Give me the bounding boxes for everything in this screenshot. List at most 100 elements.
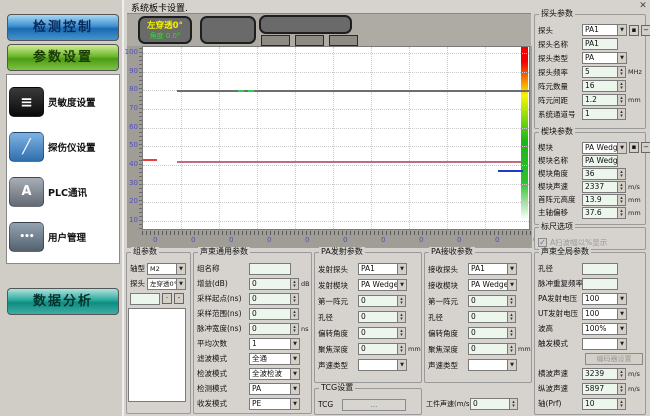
param-settings-button[interactable]: 参数设置 [7, 44, 119, 71]
field-value[interactable]: PE [250, 399, 290, 409]
field-value[interactable]: 全通 [250, 354, 290, 364]
field-control[interactable]: PA1 ▼ [358, 263, 407, 275]
add-wedge-button[interactable]: ▪ [629, 142, 639, 153]
spinner-buttons[interactable] [290, 324, 298, 334]
dropdown-arrow-icon[interactable]: ▼ [617, 339, 626, 349]
field-value[interactable]: 1 [583, 109, 617, 119]
field-control[interactable]: PA Wedge ▼ [358, 279, 407, 291]
spinner-buttons[interactable] [617, 399, 625, 409]
field-value[interactable]: 0 [250, 309, 290, 319]
wedge-select[interactable]: PA Wedge ▼ [582, 142, 627, 154]
field-control[interactable]: 全通 ▼ [249, 353, 300, 365]
field-value[interactable]: 3239 [583, 369, 617, 379]
field-control[interactable]: 0 ▼ [358, 327, 406, 339]
field-value[interactable]: 0 [250, 324, 290, 334]
field-control[interactable]: 1 ▼ [582, 108, 626, 120]
field-control[interactable]: PE ▼ [249, 398, 300, 410]
spinner-buttons[interactable] [617, 182, 625, 192]
field-control[interactable]: ▼ [358, 359, 407, 371]
field-control[interactable]: 0 ▼ [249, 308, 299, 320]
dropdown-arrow-icon[interactable]: ▼ [617, 294, 626, 304]
dropdown-arrow-icon[interactable]: ▼ [617, 25, 626, 35]
field-value[interactable]: PA1 [359, 264, 397, 274]
field-control[interactable]: 100 ▼ [582, 308, 627, 320]
field-control[interactable]: 100 ▼ [582, 293, 627, 305]
remove-wedge-button[interactable]: − [641, 142, 650, 153]
spinner-buttons[interactable] [290, 309, 298, 319]
axis-type-select[interactable]: M2 ▼ [147, 263, 186, 275]
field-value[interactable]: 100 [583, 294, 617, 304]
spinner-buttons[interactable] [397, 296, 405, 306]
field-value[interactable]: 1 [250, 339, 290, 349]
field-value[interactable]: 0 [469, 296, 507, 306]
field-value[interactable]: 100% [583, 324, 617, 334]
spinner-buttons[interactable] [617, 384, 625, 394]
close-icon[interactable]: ✕ [637, 0, 649, 12]
field-control[interactable]: 全波检波 ▼ [249, 368, 300, 380]
field-value[interactable]: 0 [359, 344, 397, 354]
toolbar-small-button[interactable] [261, 35, 290, 46]
dropdown-arrow-icon[interactable]: ▼ [617, 53, 626, 63]
spinner-buttons[interactable] [617, 109, 625, 119]
field-control[interactable]: 37.6 ▼ [582, 207, 626, 219]
field-control[interactable]: 16 ▼ [582, 80, 626, 92]
amplitude-percent-checkbox[interactable]: ✓ [538, 238, 547, 247]
toolbar-small-button[interactable] [295, 35, 324, 46]
probe-select[interactable]: PA1 ▼ [582, 24, 627, 36]
spinner-buttons[interactable] [509, 399, 517, 409]
field-control[interactable]: 0 ▼ [249, 323, 299, 335]
workpiece-velocity-field[interactable]: 0 [470, 398, 518, 410]
dropdown-arrow-icon[interactable]: ▼ [617, 143, 626, 153]
field-control[interactable]: PA ▼ [249, 383, 300, 395]
sidebar-item[interactable]: 探伤仪设置 [9, 124, 117, 169]
field-control[interactable]: PA ▼ [582, 52, 627, 64]
dropdown-arrow-icon[interactable]: ▼ [507, 264, 516, 274]
field-value[interactable]: PA1 [469, 264, 507, 274]
field-value[interactable]: 100 [583, 309, 617, 319]
field-value[interactable]: 10 [583, 399, 617, 409]
beam-mode-button[interactable]: 左穿透0° 角度 0.0° [138, 16, 192, 44]
field-value[interactable]: PA [250, 384, 290, 394]
field-control[interactable]: 0 ▼ [358, 343, 406, 355]
dropdown-arrow-icon[interactable]: ▼ [397, 280, 406, 290]
field-value[interactable]: 5897 [583, 384, 617, 394]
field-control[interactable]: 0 ▼ [249, 293, 299, 305]
group-listbox[interactable] [128, 308, 186, 402]
field-value[interactable]: PA Wedge [359, 280, 397, 290]
field-value[interactable]: 1.2 [583, 95, 617, 105]
field-value[interactable]: 0 [359, 296, 397, 306]
spinner-buttons[interactable] [507, 344, 515, 354]
field-control[interactable]: 1.2 ▼ [582, 94, 626, 106]
field-control[interactable]: PA1 ▼ [582, 38, 618, 50]
sidebar-item[interactable]: 灵敏度设置 [9, 79, 117, 124]
field-value[interactable]: 全波检波 [250, 369, 290, 379]
dropdown-arrow-icon[interactable]: ▼ [290, 354, 299, 364]
dropdown-arrow-icon[interactable]: ▼ [290, 339, 299, 349]
spinner-buttons[interactable] [617, 67, 625, 77]
field-value[interactable] [583, 264, 617, 274]
field-value[interactable]: 37.6 [583, 208, 617, 218]
spinner-buttons[interactable] [617, 208, 625, 218]
field-value[interactable]: 16 [583, 81, 617, 91]
add-group-button[interactable]: · [162, 293, 172, 304]
field-control[interactable]: 0 ▼ [468, 343, 516, 355]
field-value[interactable]: PA [583, 53, 617, 63]
field-control[interactable]: 0 ▼ [358, 311, 406, 323]
field-value[interactable]: 13.9 [583, 195, 617, 205]
field-value[interactable] [250, 264, 290, 274]
dropdown-arrow-icon[interactable]: ▼ [290, 369, 299, 379]
field-value[interactable]: PA Wedge [583, 156, 617, 166]
spinner-buttons[interactable] [397, 328, 405, 338]
dropdown-arrow-icon[interactable]: ▼ [617, 324, 626, 334]
dropdown-arrow-icon[interactable]: ▼ [617, 309, 626, 319]
data-analysis-button[interactable]: 数据分析 [7, 288, 119, 315]
field-value[interactable] [583, 339, 617, 349]
spinner-buttons[interactable] [507, 296, 515, 306]
field-control[interactable]: ▼ [249, 263, 291, 275]
detect-control-button[interactable]: 检测控制 [7, 14, 119, 41]
empty-mode-button[interactable] [200, 16, 256, 44]
field-control[interactable]: ▼ [468, 359, 517, 371]
field-value[interactable]: 0 [359, 328, 397, 338]
field-value[interactable]: PA1 [583, 39, 617, 49]
field-control[interactable]: 100% ▼ [582, 323, 627, 335]
